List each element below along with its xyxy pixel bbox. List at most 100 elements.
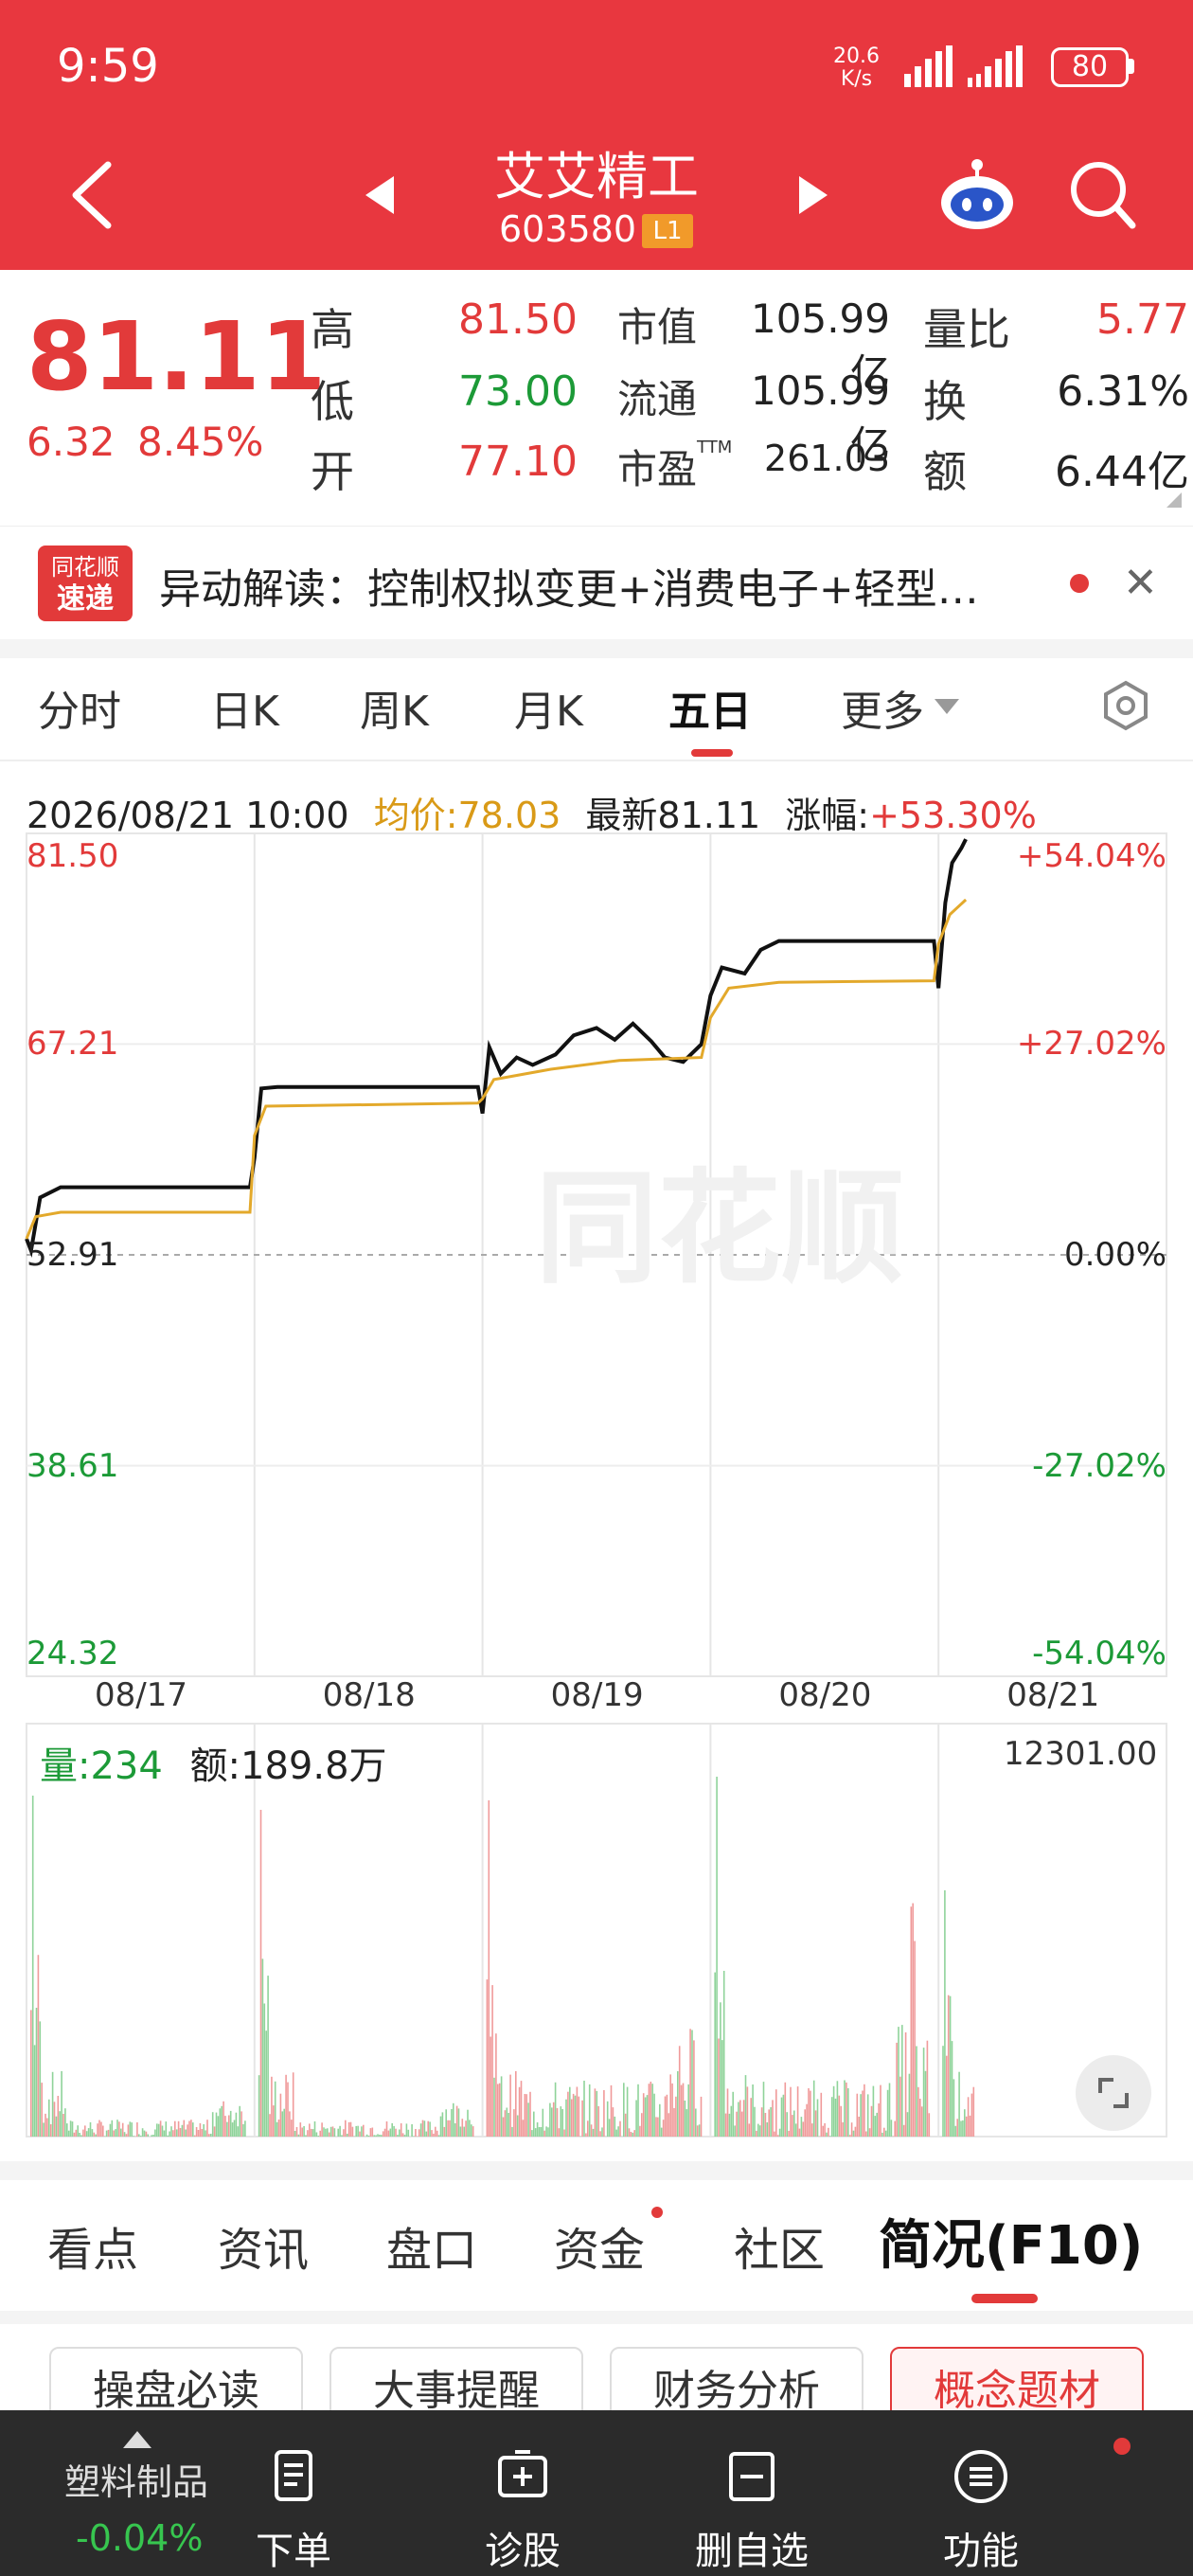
robot-assistant-icon[interactable] [937,157,1017,233]
volume-bar [317,2136,320,2137]
bottom-action-label: 诊股 [485,2530,561,2573]
volume-bar [163,2130,166,2137]
volume-bar [671,2083,673,2137]
volume-bar [157,2123,160,2137]
detail-tab[interactable]: 社区 [734,2212,825,2279]
volume-bar [57,2096,60,2137]
bottom-action-0[interactable]: 下单 [199,2410,388,2576]
current-price: 81.11 [27,301,327,412]
volume-bar [760,2107,763,2137]
bottom-action-1[interactable]: 诊股 [428,2410,617,2576]
volume-bar [748,2123,751,2137]
chart-tab[interactable]: 日K [210,677,279,738]
volume-bar [276,2121,278,2137]
volume-bar [962,2120,964,2137]
search-icon[interactable] [1070,161,1136,229]
volume-bar [373,2135,375,2137]
volume-bar [784,2082,787,2137]
volume-bar [552,2102,555,2137]
chart-tab[interactable]: 月K [514,677,583,738]
fullscreen-button[interactable] [1076,2055,1151,2131]
volume-bar [914,1941,916,2137]
chevron-down-icon[interactable] [933,697,961,716]
volume-bar [646,2095,649,2137]
volume-bar [131,2122,133,2137]
volume-bar [883,2127,885,2137]
notification-dot [651,2207,663,2218]
volume-bar [659,2103,661,2137]
detail-tab[interactable]: 简况(F10) [879,2203,1143,2280]
settings-icon[interactable] [1100,680,1151,731]
volume-bar [303,2126,305,2137]
volume-bar [297,2134,300,2137]
detail-tab[interactable]: 盘口 [386,2212,477,2279]
close-icon[interactable]: ✕ [1123,559,1158,607]
volume-bar [365,2134,368,2137]
detail-tab[interactable]: 资金 [554,2212,645,2279]
news-logo-top: 同花顺 [51,554,119,581]
volume-bar [926,2040,929,2137]
volume-bar [664,2096,667,2137]
volume-bar [829,2136,831,2137]
volume-bar [612,2107,614,2137]
volume-bar [490,2036,491,2137]
price-chart[interactable]: 同花顺 [0,826,1193,1678]
volume-bar [145,2131,148,2137]
volume-bar [113,2130,115,2137]
volume-bar [772,2100,774,2137]
volume-bar [73,2132,76,2137]
volume-bar [208,2134,210,2137]
volume-bar [542,2108,544,2137]
next-stock-icon[interactable] [795,176,828,214]
volume-bar [449,2120,451,2137]
volume-bar [570,2099,573,2137]
volume-bar [502,2117,505,2137]
bottom-action-label: 功能 [943,2530,1019,2573]
chart-tab[interactable]: 更多 [841,677,924,738]
sector-name[interactable]: 塑料制品 [64,2453,208,2505]
volume-bar [650,2082,652,2137]
quote-label: 市盈TTM [617,438,733,492]
volume-bar [351,2126,354,2137]
volume-bar [345,2120,347,2137]
volume-bar [447,2120,449,2137]
bottom-action-2[interactable]: 删自选 [657,2410,846,2576]
volume-bar [223,2101,224,2137]
volume-bar [244,2120,246,2137]
volume-bar [143,2130,146,2137]
chart-tab[interactable]: 五日 [668,677,752,738]
volume-bar [138,2134,140,2137]
volume-bar [229,2110,232,2137]
detail-tab[interactable]: 看点 [47,2212,138,2279]
volume-bar [89,2121,92,2137]
bottom-action-3[interactable]: 功能 [886,2410,1076,2576]
remove-watchlist-icon [729,2452,775,2501]
news-banner[interactable]: 同花顺 速递 异动解读：控制权拟变更+消费电子+轻型… [0,526,1193,639]
news-text[interactable]: 异动解读：控制权拟变更+消费电子+轻型… [159,555,979,616]
y-tick-label: 81.50 [27,837,119,875]
volume-bar [742,2100,745,2137]
f10-active-indicator [971,2294,1038,2303]
volume-bar [151,2135,152,2137]
triangle-up-icon[interactable] [123,2429,151,2448]
volume-bar [840,2105,842,2137]
volume-bar [778,2128,781,2137]
detail-tab[interactable]: 资讯 [218,2212,309,2279]
battery-icon: 80 [1051,47,1129,87]
volume-bar [127,2124,130,2137]
news-logo: 同花顺 速递 [38,546,133,621]
volume-bar [556,2107,559,2137]
volume-bar [958,2071,960,2137]
volume-bar [170,2126,172,2137]
volume-bar [279,2093,282,2137]
volume-bar [95,2134,97,2137]
quote-label: 低 [311,376,354,427]
volume-bar [419,2123,422,2137]
volume-bar [653,2093,655,2137]
volume-max: 12301.00 [1004,1735,1158,1773]
level-badge: L1 [642,214,693,248]
chart-tab[interactable]: 分时 [38,677,121,738]
volume-bar [75,2129,78,2137]
chart-tab[interactable]: 周K [360,677,429,738]
volume-bar [513,2109,515,2137]
